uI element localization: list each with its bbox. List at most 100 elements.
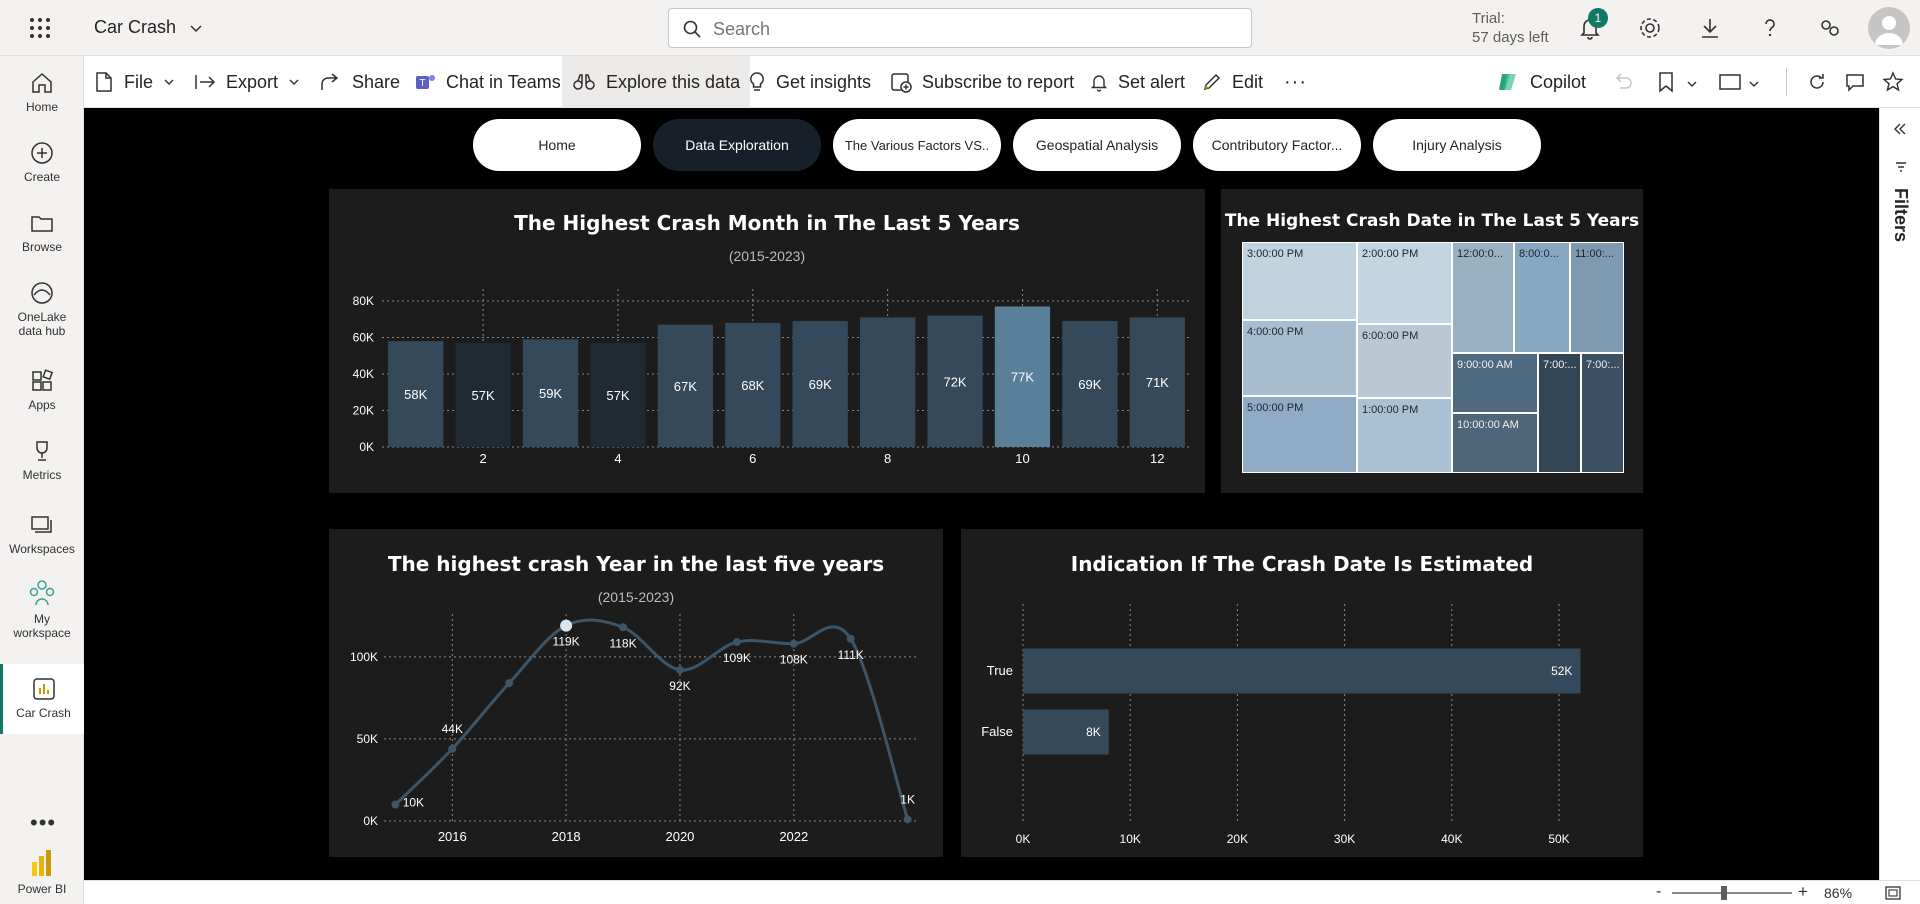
power-bi-icon xyxy=(32,850,51,876)
trial-status: Trial: 57 days left xyxy=(1472,9,1549,47)
data-label: 8K xyxy=(1086,725,1101,739)
gear-icon[interactable] xyxy=(1636,14,1664,42)
series-line xyxy=(394,618,910,820)
trial-days-left: 57 days left xyxy=(1472,29,1549,46)
treemap-cell[interactable]: 9:00:00 AM xyxy=(1452,353,1538,413)
refresh-icon[interactable] xyxy=(1806,71,1828,93)
view-icon[interactable] xyxy=(1718,72,1742,92)
treemap-cell[interactable]: 11:00:... xyxy=(1570,242,1624,353)
export-menu[interactable]: Export xyxy=(194,56,310,108)
binoculars-icon xyxy=(573,74,595,90)
nav-create[interactable]: Create xyxy=(0,140,84,184)
treemap-cell[interactable]: 2:00:00 PM xyxy=(1357,242,1452,324)
x-tick-label: 10 xyxy=(1015,451,1029,466)
explore-this-data-button[interactable]: Explore this data xyxy=(562,56,751,108)
tab-label: Contributory Factor... xyxy=(1211,137,1343,153)
data-point xyxy=(448,744,457,753)
zoom-slider[interactable] xyxy=(1672,892,1792,894)
estimated-bar-chart: 0K 10K 20K 30K 40K 50K True 52K False 8K xyxy=(981,604,1581,846)
treemap-cell[interactable]: 3:00:00 PM xyxy=(1242,242,1357,320)
data-label: 10K xyxy=(403,796,424,810)
nav-onelake-data-hub[interactable]: OneLake data hub xyxy=(0,280,84,338)
treemap-cell[interactable]: 4:00:00 PM xyxy=(1242,320,1357,396)
tab-label: Data Exploration xyxy=(685,137,789,153)
comment-icon[interactable] xyxy=(1844,71,1866,93)
fit-to-page-icon[interactable] xyxy=(1884,885,1902,901)
tab-various-factors[interactable]: The Various Factors VS.. xyxy=(833,119,1001,171)
more-icon[interactable]: ••• xyxy=(30,810,56,836)
tab-label: Geospatial Analysis xyxy=(1035,137,1159,153)
feedback-icon[interactable] xyxy=(1816,14,1844,42)
chat-label: Chat in Teams xyxy=(446,71,561,92)
nav-home[interactable]: Home xyxy=(0,70,84,114)
nav-my-workspace[interactable]: My workspace xyxy=(0,578,84,640)
tab-data-exploration[interactable]: Data Exploration xyxy=(653,119,821,171)
chevron-down-icon[interactable] xyxy=(1686,78,1698,90)
treemap-panel[interactable]: The Highest Crash Date in The Last 5 Yea… xyxy=(1221,189,1643,493)
download-icon[interactable] xyxy=(1696,14,1724,42)
more-options-icon[interactable]: ··· xyxy=(1284,56,1307,108)
tab-geospatial-analysis[interactable]: Geospatial Analysis xyxy=(1013,119,1181,171)
zoom-in-button[interactable]: + xyxy=(1798,882,1808,902)
treemap-cell[interactable]: 1:00:00 PM xyxy=(1357,398,1452,473)
nav-browse[interactable]: Browse xyxy=(0,210,84,254)
estimated-chart-panel[interactable]: Indication If The Crash Date Is Estimate… xyxy=(961,529,1643,857)
y-tick-label: 40K xyxy=(353,367,374,381)
copilot-button[interactable]: Copilot xyxy=(1496,56,1586,108)
data-label: 72K xyxy=(943,374,966,389)
tab-home[interactable]: Home xyxy=(473,119,641,171)
nav-label: Create xyxy=(23,170,61,184)
data-label: 44K xyxy=(442,722,463,736)
more-label: ··· xyxy=(1284,70,1307,93)
chevron-down-icon[interactable] xyxy=(1748,78,1760,90)
tab-injury-analysis[interactable]: Injury Analysis xyxy=(1373,119,1541,171)
app-launcher-icon[interactable] xyxy=(28,16,52,40)
treemap-cell[interactable]: 8:00:0... xyxy=(1514,242,1570,353)
treemap-cell[interactable]: 7:00:... xyxy=(1538,353,1581,473)
tab-contributory-factor[interactable]: Contributory Factor... xyxy=(1193,119,1361,171)
treemap-cell[interactable]: 10:00:00 AM xyxy=(1452,413,1538,473)
avatar[interactable] xyxy=(1868,7,1910,49)
get-insights-button[interactable]: Get insights xyxy=(748,56,871,108)
zoom-out-button[interactable]: - xyxy=(1656,883,1661,901)
double-chevron-left-icon[interactable] xyxy=(1892,122,1908,136)
bar xyxy=(1023,648,1581,694)
search-box[interactable] xyxy=(668,8,1252,48)
x-tick-label: 2016 xyxy=(438,829,467,844)
time-treemap: 3:00:00 PM 4:00:00 PM 5:00:00 PM 2:00:00 PM… xyxy=(1242,242,1624,473)
report-canvas: Home Data Exploration The Various Factor… xyxy=(84,108,1879,880)
treemap-cell[interactable]: 5:00:00 PM xyxy=(1242,396,1357,473)
share-button[interactable]: Share xyxy=(320,56,400,108)
month-chart-panel[interactable]: The Highest Crash Month in The Last 5 Ye… xyxy=(329,189,1205,493)
subscribe-to-report-button[interactable]: Subscribe to report xyxy=(890,56,1074,108)
treemap-cell[interactable]: 6:00:00 PM xyxy=(1357,324,1452,398)
teams-icon: T xyxy=(416,75,435,89)
filters-label: Filters xyxy=(1891,188,1911,243)
edit-label: Edit xyxy=(1232,71,1264,92)
nav-metrics[interactable]: Metrics xyxy=(0,438,84,482)
nav-apps[interactable]: Apps xyxy=(0,368,84,412)
data-label: 108K xyxy=(780,653,808,667)
set-alert-button[interactable]: Set alert xyxy=(1090,56,1185,108)
nav-car-crash[interactable]: Car Crash xyxy=(0,664,84,734)
help-icon[interactable] xyxy=(1756,14,1784,42)
category-label: False xyxy=(981,724,1013,739)
subscribe-icon xyxy=(891,73,912,93)
year-chart-panel[interactable]: The highest crash Year in the last five … xyxy=(329,529,943,857)
pencil-icon xyxy=(1203,73,1221,91)
bookmark-icon[interactable] xyxy=(1656,71,1676,93)
star-icon[interactable] xyxy=(1882,71,1904,93)
search-input[interactable] xyxy=(713,17,1233,41)
chat-in-teams-button[interactable]: T Chat in Teams xyxy=(414,56,561,108)
nav-workspaces[interactable]: Workspaces xyxy=(0,512,84,556)
undo-icon[interactable] xyxy=(1612,71,1634,93)
treemap-cell[interactable]: 7:00:... xyxy=(1581,353,1624,473)
treemap-cell[interactable]: 12:00:0... xyxy=(1452,242,1514,353)
left-nav: Home Create Browse OneLake data hub Apps… xyxy=(0,56,84,904)
edit-button[interactable]: Edit xyxy=(1202,56,1263,108)
file-menu[interactable]: File xyxy=(94,56,185,108)
data-label: 118K xyxy=(609,636,636,650)
report-title-dropdown[interactable]: Car Crash xyxy=(94,17,203,38)
filters-pane[interactable]: Filters xyxy=(1879,108,1920,880)
zoom-slider-thumb[interactable] xyxy=(1720,886,1727,900)
